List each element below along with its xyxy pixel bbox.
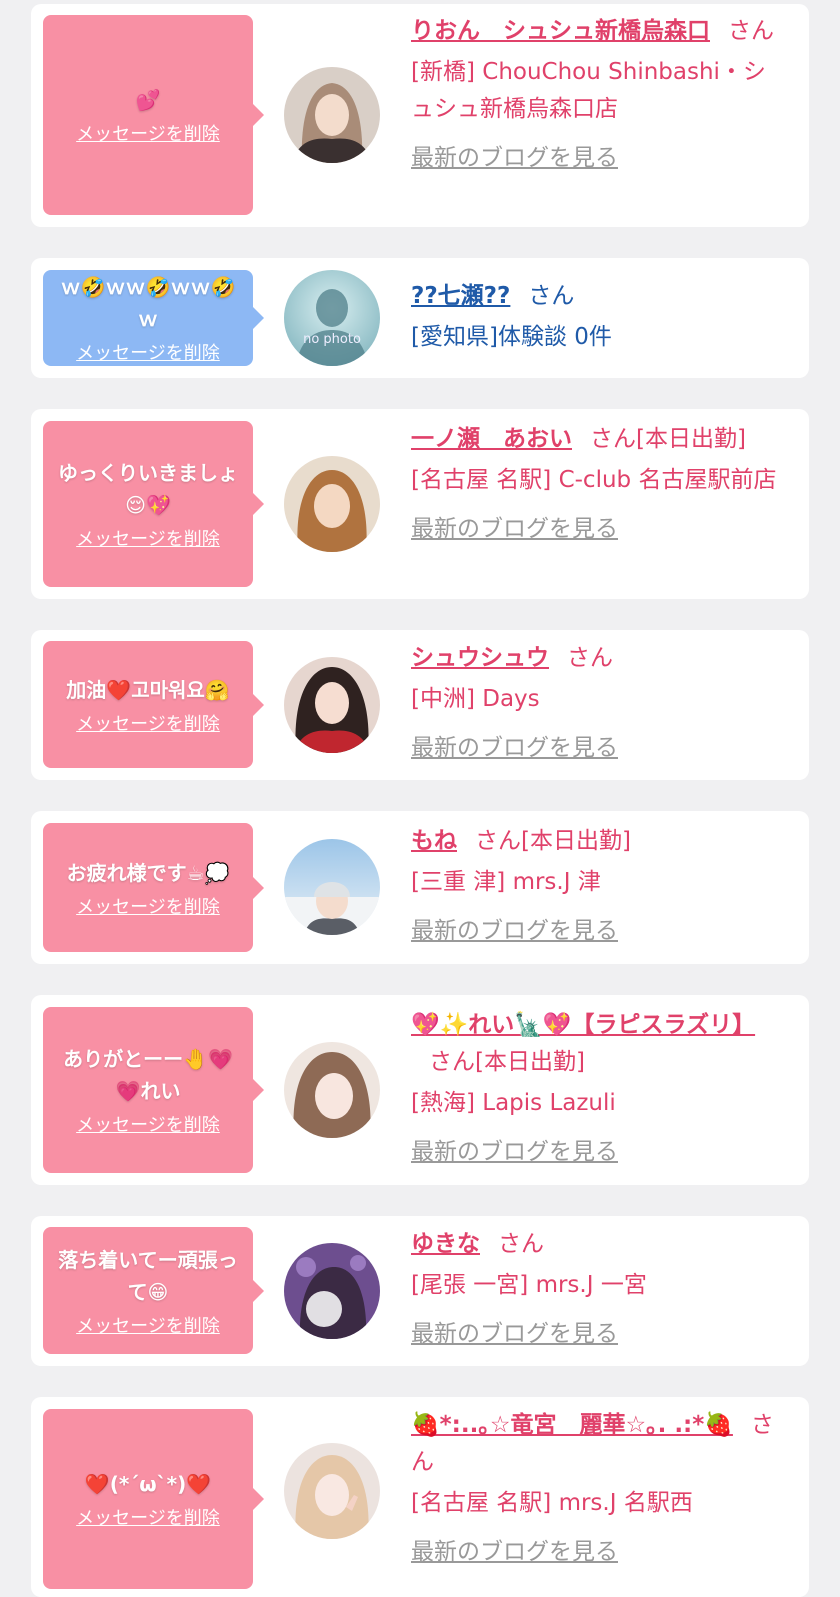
avatar[interactable]	[284, 67, 380, 163]
latest-blog-link[interactable]: 最新のブログを見る	[411, 913, 786, 950]
message-bubble: お疲れ様です☕💭 メッセージを削除	[43, 823, 264, 952]
delete-message-link[interactable]: メッセージを削除	[76, 120, 220, 146]
message-text: ｗ🤣ｗｗ🤣ｗｗ🤣ｗ	[60, 275, 236, 331]
profile-info: 🍓*:..｡☆竜宮 麗華☆｡. .:*🍓 さん [名古屋 名駅] mrs.J 名駅…	[411, 1407, 786, 1571]
latest-blog-link[interactable]: 最新のブログを見る	[411, 1534, 786, 1571]
latest-blog-link[interactable]: 最新のブログを見る	[411, 1134, 786, 1171]
profile-name-link[interactable]: シュウシュウ	[411, 645, 549, 671]
delete-message-link[interactable]: メッセージを削除	[76, 1504, 220, 1530]
no-photo-label: no photo	[303, 332, 361, 347]
avatar[interactable]	[284, 1042, 380, 1138]
profile-name-link[interactable]: りおん シュシュ新橋烏森口	[411, 18, 710, 44]
delete-message-link[interactable]: メッセージを削除	[76, 893, 220, 919]
latest-blog-link[interactable]: 最新のブログを見る	[411, 1316, 786, 1353]
delete-message-link[interactable]: メッセージを削除	[76, 1312, 220, 1338]
message-text: ありがとーー🤚💗💗れい	[63, 1047, 233, 1103]
delete-message-link[interactable]: メッセージを削除	[76, 525, 220, 551]
profile-name-link[interactable]: もね	[411, 828, 457, 854]
latest-blog-link[interactable]: 最新のブログを見る	[411, 140, 786, 177]
honorific: さん	[567, 645, 613, 671]
message-text: ❤️(*´ω`*)❤️	[84, 1472, 212, 1496]
shop-name: [愛知県]体験談 0件	[411, 324, 612, 350]
shop-name: [尾張 一宮] mrs.J 一宮	[411, 1272, 647, 1298]
message-bubble: ｗ🤣ｗｗ🤣ｗｗ🤣ｗ メッセージを削除	[43, 270, 264, 366]
honorific: さん	[498, 1231, 544, 1257]
message-bubble: 加油❤️고마워요🤗 メッセージを削除	[43, 641, 264, 768]
message-card: 加油❤️고마워요🤗 メッセージを削除 シュウシュウ さん [中洲] Days 最新…	[31, 630, 809, 780]
attendance-status: [本日出勤]	[475, 1049, 585, 1075]
avatar[interactable]	[284, 1443, 380, 1539]
message-card: ❤️(*´ω`*)❤️ メッセージを削除 🍓*:..｡☆竜宮 麗華☆｡. .:*…	[31, 1397, 809, 1597]
message-card: 落ち着いてー頑張って😁 メッセージを削除 ゆきな さん [尾張 一宮] mrs.J…	[31, 1216, 809, 1366]
message-card: ｗ🤣ｗｗ🤣ｗｗ🤣ｗ メッセージを削除 no photo ??七瀬?? さん [愛知…	[31, 258, 809, 378]
message-bubble: ゆっくりいきましょ😌💖 メッセージを削除	[43, 421, 264, 587]
shop-name: [新橋] ChouChou Shinbashi・シュシュ新橋烏森口店	[411, 59, 766, 122]
message-text: 落ち着いてー頑張って😁	[58, 1247, 238, 1304]
shop-name: [名古屋 名駅] mrs.J 名駅西	[411, 1490, 693, 1516]
honorific: さん	[528, 283, 575, 309]
message-bubble: ❤️(*´ω`*)❤️ メッセージを削除	[43, 1409, 264, 1589]
message-list: 💕 メッセージを削除 りおん シュシュ新橋烏森口 さん [新橋] ChouChou…	[0, 0, 840, 1597]
avatar[interactable]	[284, 1243, 380, 1339]
message-card: ありがとーー🤚💗💗れい メッセージを削除 💖✨れい🗽💖【ラピスラズリ】さん[本日…	[31, 995, 809, 1185]
delete-message-link[interactable]: メッセージを削除	[76, 710, 220, 736]
message-text: 加油❤️고마워요🤗	[66, 677, 230, 702]
profile-info: ゆきな さん [尾張 一宮] mrs.J 一宮 最新のブログを見る	[411, 1226, 786, 1353]
profile-name-link[interactable]: 🍓*:..｡☆竜宮 麗華☆｡. .:*🍓	[411, 1412, 733, 1438]
honorific: さん	[429, 1049, 475, 1075]
attendance-status: [本日出勤]	[636, 426, 746, 452]
message-bubble: ありがとーー🤚💗💗れい メッセージを削除	[43, 1007, 264, 1173]
honorific: さん	[728, 18, 774, 44]
profile-info: 一ノ瀬 あおい さん[本日出勤] [名古屋 名駅] C-club 名古屋駅前店 最…	[411, 421, 786, 548]
profile-name-link[interactable]: ゆきな	[411, 1231, 480, 1257]
message-card: 💕 メッセージを削除 りおん シュシュ新橋烏森口 さん [新橋] ChouChou…	[31, 4, 809, 227]
message-bubble: 💕 メッセージを削除	[43, 15, 264, 215]
profile-info: もね さん[本日出勤] [三重 津] mrs.J 津 最新のブログを見る	[411, 823, 786, 950]
avatar[interactable]	[284, 839, 380, 935]
profile-name-link[interactable]: 💖✨れい🗽💖【ラピスラズリ】	[411, 1012, 755, 1038]
delete-message-link[interactable]: メッセージを削除	[76, 1111, 220, 1137]
profile-info: シュウシュウ さん [中洲] Days 最新のブログを見る	[411, 640, 786, 767]
message-card: お疲れ様です☕💭 メッセージを削除 もね さん[本日出勤] [三重 津] mrs…	[31, 811, 809, 964]
shop-name: [中洲] Days	[411, 686, 540, 712]
attendance-status: [本日出勤]	[521, 828, 631, 854]
honorific: さん	[475, 828, 521, 854]
delete-message-link[interactable]: メッセージを削除	[76, 339, 220, 365]
honorific: さん	[590, 426, 636, 452]
profile-name-link[interactable]: ??七瀬??	[411, 283, 510, 309]
latest-blog-link[interactable]: 最新のブログを見る	[411, 511, 786, 548]
avatar[interactable]	[284, 657, 380, 753]
profile-info: 💖✨れい🗽💖【ラピスラズリ】さん[本日出勤] [熱海] Lapis Lazuli…	[411, 1007, 786, 1171]
latest-blog-link[interactable]: 最新のブログを見る	[411, 730, 786, 767]
profile-info: りおん シュシュ新橋烏森口 さん [新橋] ChouChou Shinbashi・…	[411, 13, 786, 177]
avatar[interactable]	[284, 456, 380, 552]
shop-name: [三重 津] mrs.J 津	[411, 869, 601, 895]
shop-name: [熱海] Lapis Lazuli	[411, 1090, 616, 1116]
message-text: ゆっくりいきましょ😌💖	[58, 461, 238, 517]
no-photo-avatar[interactable]: no photo	[284, 270, 380, 366]
message-text: お疲れ様です☕💭	[66, 860, 230, 885]
message-text: 💕	[135, 88, 161, 112]
profile-info: ??七瀬?? さん [愛知県]体験談 0件	[411, 278, 786, 356]
message-bubble: 落ち着いてー頑張って😁 メッセージを削除	[43, 1227, 264, 1354]
message-card: ゆっくりいきましょ😌💖 メッセージを削除 一ノ瀬 あおい さん[本日出勤] [名古…	[31, 409, 809, 599]
profile-name-link[interactable]: 一ノ瀬 あおい	[411, 426, 572, 452]
shop-name: [名古屋 名駅] C-club 名古屋駅前店	[411, 467, 777, 493]
